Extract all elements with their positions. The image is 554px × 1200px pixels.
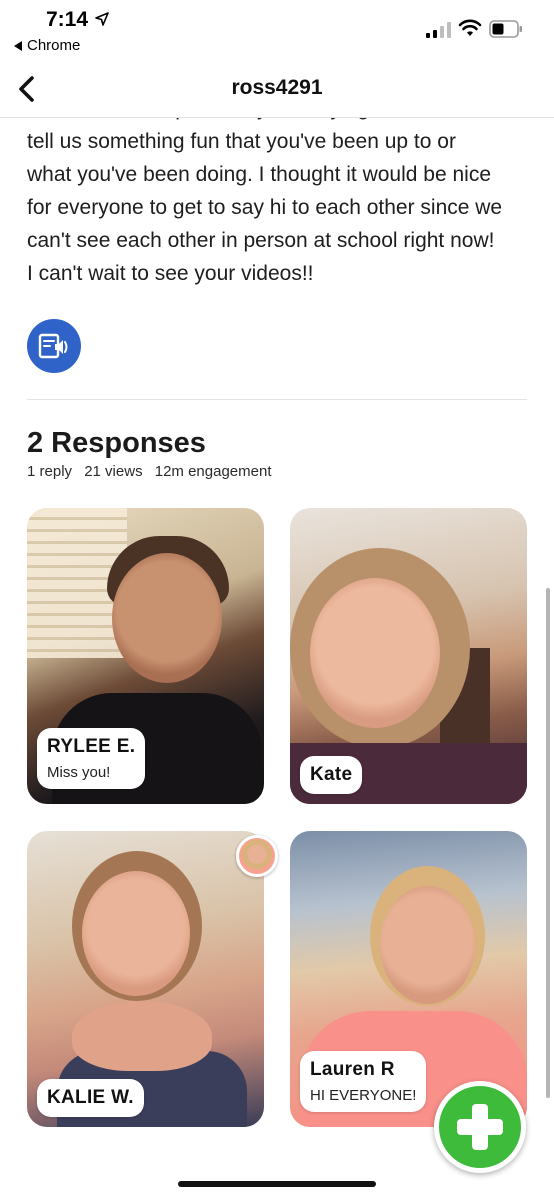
back-app-label: Chrome: [27, 37, 81, 54]
responder-name: Kate: [310, 764, 353, 785]
plus-icon: [457, 1104, 503, 1150]
view-count: 21 views: [84, 463, 143, 480]
reply-count: 1 reply: [27, 463, 73, 480]
responder-name: Lauren R: [310, 1059, 395, 1080]
description-line: can't see each other in person at school…: [27, 229, 495, 252]
back-to-app-link[interactable]: Chrome: [14, 37, 80, 54]
navigation-bar: ross4291: [0, 60, 554, 118]
responder-name: KALIE W.: [47, 1087, 134, 1108]
battery-icon: [489, 20, 522, 38]
back-triangle-icon: [14, 40, 22, 51]
video-thumbnail-face: [380, 886, 475, 1004]
location-arrow-icon: [95, 12, 109, 26]
video-thumbnail-hands: [72, 1001, 212, 1071]
response-name-tag: KALIE W.: [37, 1079, 144, 1117]
video-thumbnail-face: [82, 871, 190, 996]
description-line: I can't wait to see your videos!!: [27, 262, 314, 285]
reply-avatar[interactable]: [236, 835, 278, 877]
post-description: share a short clip of everyone saying "h…: [27, 92, 532, 290]
response-card[interactable]: RYLEE E. Miss you!: [27, 508, 264, 804]
audio-description-icon: [38, 333, 68, 359]
scrollbar[interactable]: [546, 588, 550, 1098]
responses-heading: 2 Responses: [27, 427, 206, 459]
response-card[interactable]: Kate: [290, 508, 527, 804]
section-divider: [27, 399, 527, 400]
response-name-tag: Lauren R HI EVERYONE!: [300, 1051, 427, 1112]
wifi-icon: [458, 19, 482, 36]
page-title: ross4291: [231, 76, 323, 99]
responder-name: RYLEE E.: [47, 736, 136, 757]
status-time: 7:14: [46, 8, 89, 31]
description-line: what you've been doing. I thought it wou…: [27, 163, 491, 186]
video-thumbnail-face: [112, 553, 222, 683]
response-stats: 1 reply 21 views 12m engagement: [27, 463, 279, 480]
video-thumbnail-face: [310, 578, 440, 728]
status-bar: 7:14 Chrome: [0, 0, 554, 60]
add-response-button[interactable]: [434, 1081, 526, 1173]
engagement-time: 12m engagement: [154, 463, 272, 480]
response-card[interactable]: KALIE W.: [27, 831, 264, 1127]
description-line: for everyone to get to say hi to each ot…: [27, 196, 503, 219]
response-message: HI EVERYONE!: [310, 1087, 417, 1104]
response-name-tag: RYLEE E. Miss you!: [37, 728, 146, 789]
home-indicator[interactable]: [178, 1181, 376, 1187]
audio-description-button[interactable]: [27, 319, 81, 373]
description-line: tell us something fun that you've been u…: [27, 130, 456, 153]
cellular-signal-icon: [426, 22, 451, 38]
response-name-tag: Kate: [300, 756, 363, 794]
response-message: Miss you!: [47, 764, 111, 781]
